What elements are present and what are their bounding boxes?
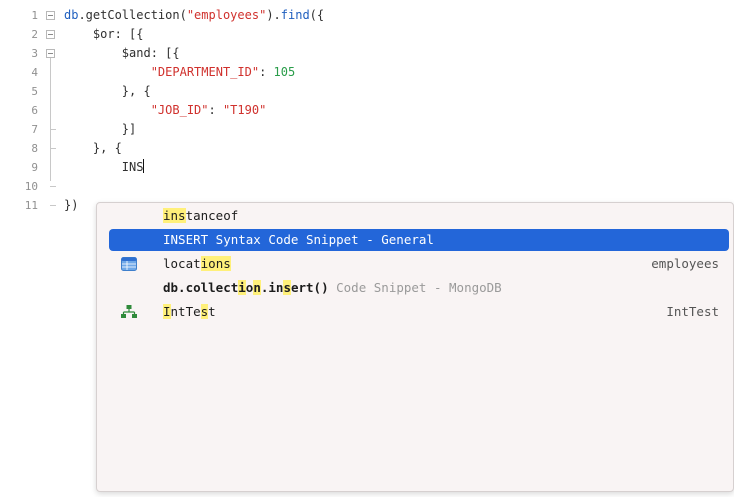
code-token: }): [64, 198, 79, 212]
code-line[interactable]: $and: [{: [64, 44, 180, 63]
code-line[interactable]: }, {: [64, 82, 151, 101]
line-number: 3: [31, 47, 38, 60]
code-line[interactable]: $or: [{: [64, 25, 144, 44]
line-number: 8: [31, 142, 38, 155]
code-token: ).: [266, 8, 281, 22]
line-number: 10: [24, 180, 38, 193]
code-token: }, {: [64, 141, 122, 155]
code-token: INS: [64, 160, 144, 174]
label-segment: i: [238, 280, 246, 295]
autocomplete-item-label: INSERT Syntax Code Snippet - General: [163, 229, 434, 251]
label-segment: n: [253, 280, 261, 295]
label-segment: .in: [260, 280, 284, 295]
fold-toggle-icon[interactable]: [46, 30, 55, 39]
autocomplete-item[interactable]: locations employees: [109, 253, 729, 275]
line-number: 4: [31, 66, 38, 79]
code-line[interactable]: }, {: [64, 139, 122, 158]
autocomplete-item-source: IntTest: [666, 304, 719, 319]
label-segment: db.collect: [163, 280, 239, 295]
autocomplete-item-label: db.collection.insert() Code Snippet - Mo…: [163, 277, 502, 299]
code-line[interactable]: }): [64, 196, 78, 215]
line-number: 1: [31, 9, 38, 22]
code-token: db: [64, 8, 79, 22]
autocomplete-item[interactable]: IntTest IntTest: [109, 301, 729, 323]
code-line[interactable]: "DEPARTMENT_ID": 105: [64, 63, 296, 82]
label-segment: s: [283, 280, 291, 295]
code-token: $and: [{: [64, 46, 180, 60]
fold-end-marker: [50, 148, 56, 149]
code-line[interactable]: }]: [64, 120, 136, 139]
autocomplete-item[interactable]: db.collection.insert() Code Snippet - Mo…: [109, 277, 729, 299]
code-token: :: [208, 103, 223, 117]
label-segment: I: [163, 304, 171, 319]
fold-toggle-icon[interactable]: [46, 11, 55, 20]
autocomplete-item[interactable]: INSERT Syntax Code Snippet - General: [109, 229, 729, 251]
code-editor[interactable]: 1 2 3 4 5 6 7 8 9 10 11 db.getCollection("employee…: [0, 0, 734, 497]
code-token: "JOB_ID": [150, 103, 209, 117]
label-segment: Code Snippet - MongoDB: [328, 280, 502, 295]
label-segment: locat: [163, 256, 201, 271]
fold-guide: [50, 58, 51, 181]
code-token: .getCollection(: [78, 8, 187, 22]
label-segment: ins: [163, 208, 186, 223]
code-token: $or: [{: [64, 27, 144, 41]
text-cursor: [143, 159, 145, 173]
code-token: 105: [273, 65, 296, 79]
line-number: 6: [31, 104, 38, 117]
autocomplete-item-source: employees: [651, 256, 719, 271]
code-line[interactable]: "JOB_ID": "T190": [64, 101, 267, 120]
label-segment: ntTe: [170, 304, 201, 319]
code-token: "T190": [222, 103, 267, 117]
code-token: :: [259, 65, 274, 79]
label-segment: t: [208, 304, 216, 319]
code-token: "DEPARTMENT_ID": [150, 65, 260, 79]
fold-toggle-icon[interactable]: [46, 49, 55, 58]
fold-end-marker: [50, 129, 56, 130]
line-number: 9: [31, 161, 38, 174]
line-number: 2: [31, 28, 38, 41]
line-number: 5: [31, 85, 38, 98]
fold-end-marker: [50, 186, 56, 187]
autocomplete-item-label: instanceof: [163, 205, 238, 227]
line-number: 11: [24, 199, 38, 212]
table-icon: [121, 257, 137, 271]
label-segment: ert(): [290, 280, 329, 295]
line-number: 7: [31, 123, 38, 136]
code-token: "employees": [186, 8, 267, 22]
code-line[interactable]: INS: [64, 158, 145, 177]
autocomplete-item[interactable]: instanceof: [109, 205, 729, 227]
code-token: }, {: [64, 84, 151, 98]
network-icon: [121, 305, 137, 318]
autocomplete-popup[interactable]: instanceof INSERT Syntax Code Snippet - G…: [96, 202, 734, 492]
code-token: }]: [64, 122, 137, 136]
code-token: find: [280, 8, 310, 22]
label-segment: INSERT Syntax Code Snippet - General: [163, 232, 434, 247]
label-segment: ions: [200, 256, 231, 271]
autocomplete-item-label: IntTest: [163, 301, 216, 323]
code-token: ({: [309, 8, 325, 22]
fold-end-marker: [50, 205, 56, 206]
label-segment: tanceof: [185, 208, 239, 223]
autocomplete-item-label: locations: [163, 253, 231, 275]
code-line[interactable]: db.getCollection("employees").find({: [64, 6, 324, 25]
line-number-gutter: 1 2 3 4 5 6 7 8 9 10 11: [0, 0, 46, 497]
